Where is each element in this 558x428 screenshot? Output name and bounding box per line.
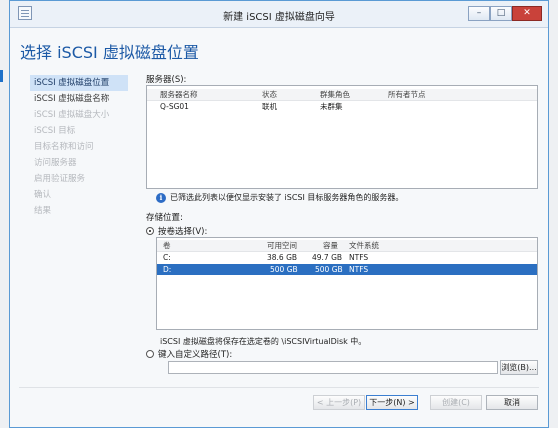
server-cluster-role-cell: 未群集 <box>320 102 343 111</box>
footer-divider <box>19 387 539 388</box>
save-location-note: iSCSI 虚拟磁盘将保存在选定卷的 \iSCSIVirtualDisk 中。 <box>160 337 367 346</box>
volume-file-system-cell: NTFS <box>349 253 369 262</box>
volume-letter-cell: C: <box>163 253 171 262</box>
browse-button[interactable]: 浏览(B)... <box>500 360 538 375</box>
custom-path-label[interactable]: 键入自定义路径(T): <box>158 348 232 360</box>
info-message: i 已筛选此列表以便仅显示安装了 iSCSI 目标服务器角色的服务器。 <box>156 192 403 203</box>
background-accent <box>0 70 3 82</box>
servers-label: 服务器(S): <box>146 75 187 85</box>
custom-path-radio[interactable]: 键入自定义路径(T): <box>146 348 232 360</box>
nav-item-target: iSCSI 目标 <box>34 126 76 136</box>
volume-row[interactable]: C: 38.6 GB 49.7 GB NTFS <box>157 252 537 263</box>
create-button[interactable]: 创建(C) <box>430 395 482 410</box>
nav-item-name[interactable]: iSCSI 虚拟磁盘名称 <box>30 91 128 107</box>
column-header-status[interactable]: 状态 <box>262 89 277 100</box>
column-header-cluster-role[interactable]: 群集角色 <box>320 89 350 100</box>
info-icon: i <box>156 192 166 203</box>
nav-item-results: 结果 <box>34 206 52 216</box>
server-table[interactable]: 服务器名称 状态 群集角色 所有者节点 Q-SG01 联机 未群集 <box>146 85 538 189</box>
custom-path-radio-dot[interactable] <box>146 350 154 358</box>
wizard-window: 新建 iSCSI 虚拟磁盘向导 – □ ✕ 选择 iSCSI 虚拟磁盘位置 iS… <box>9 0 549 428</box>
select-by-volume-radio-dot[interactable] <box>146 227 154 235</box>
minimize-button[interactable]: – <box>468 6 490 21</box>
close-button[interactable]: ✕ <box>512 6 542 21</box>
nav-item-target-name-access: 目标名称和访问 <box>34 142 94 152</box>
nav-item-confirmation: 确认 <box>34 190 52 200</box>
title-bar[interactable]: 新建 iSCSI 虚拟磁盘向导 – □ ✕ <box>10 1 548 28</box>
nav-item-location[interactable]: iSCSI 虚拟磁盘位置 <box>30 75 128 91</box>
volume-file-system-cell: NTFS <box>349 265 369 274</box>
volume-capacity-cell: 500 GB <box>315 265 343 274</box>
volume-capacity-cell: 49.7 GB <box>312 253 343 262</box>
custom-path-input[interactable] <box>168 361 498 374</box>
nav-item-access-servers: 访问服务器 <box>34 158 77 168</box>
volume-free-space-cell: 500 GB <box>270 265 298 274</box>
volume-table-header: 卷 可用空间 容量 文件系统 <box>157 240 537 252</box>
server-table-header: 服务器名称 状态 群集角色 所有者节点 <box>147 89 537 101</box>
server-name-cell: Q-SG01 <box>160 102 189 111</box>
select-by-volume-radio[interactable]: 按卷选择(V): <box>146 225 207 237</box>
column-header-free-space[interactable]: 可用空间 <box>267 240 297 251</box>
info-text: 已筛选此列表以便仅显示安装了 iSCSI 目标服务器角色的服务器。 <box>170 193 404 202</box>
server-status-cell: 联机 <box>262 102 277 111</box>
volume-letter-cell: D: <box>163 265 172 274</box>
storage-location-label: 存储位置: <box>146 213 183 223</box>
server-row[interactable]: Q-SG01 联机 未群集 <box>147 101 537 112</box>
select-by-volume-label[interactable]: 按卷选择(V): <box>158 225 207 237</box>
wizard-step-nav: iSCSI 虚拟磁盘位置 iSCSI 虚拟磁盘名称 iSCSI 虚拟磁盘大小 i… <box>30 75 128 219</box>
background-panel-right <box>548 0 558 428</box>
cancel-button[interactable]: 取消 <box>486 395 538 410</box>
column-header-volume[interactable]: 卷 <box>163 240 171 251</box>
maximize-button[interactable]: □ <box>490 6 512 21</box>
column-header-file-system[interactable]: 文件系统 <box>349 240 379 251</box>
nav-item-size: iSCSI 虚拟磁盘大小 <box>34 110 110 120</box>
previous-button[interactable]: < 上一步(P) <box>313 395 365 410</box>
column-header-owner-node[interactable]: 所有者节点 <box>388 89 426 100</box>
volume-table[interactable]: 卷 可用空间 容量 文件系统 C: 38.6 GB 49.7 GB NTFS D… <box>156 237 538 330</box>
column-header-server-name[interactable]: 服务器名称 <box>160 89 198 100</box>
page-title: 选择 iSCSI 虚拟磁盘位置 <box>20 43 199 62</box>
column-header-capacity[interactable]: 容量 <box>323 240 338 251</box>
next-button[interactable]: 下一步(N) > <box>366 395 418 410</box>
volume-row-selected[interactable]: D: 500 GB 500 GB NTFS <box>157 264 537 275</box>
volume-free-space-cell: 38.6 GB <box>267 253 298 262</box>
nav-item-authentication: 启用验证服务 <box>34 174 86 184</box>
